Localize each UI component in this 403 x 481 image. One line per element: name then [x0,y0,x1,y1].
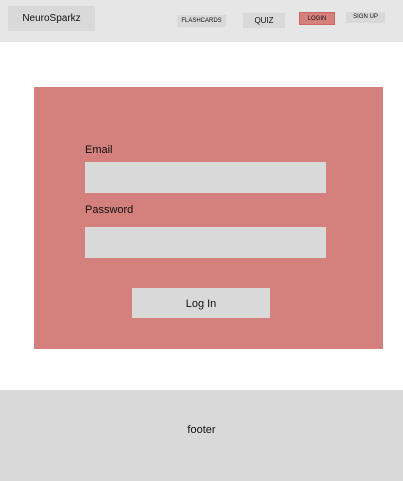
nav-signup-button[interactable]: SIGN UP [346,12,385,23]
login-card: Email Password Log In [34,87,383,349]
password-label: Password [85,204,134,216]
page: NeuroSparkz FLASHCARDS QUIZ LOGIN SIGN U… [0,0,403,481]
footer-text: footer [187,424,216,436]
log-in-button[interactable]: Log In [132,288,270,318]
password-field[interactable] [85,227,326,258]
nav-login-button[interactable]: LOGIN [299,12,335,25]
nav-quiz-button[interactable]: QUIZ [243,13,285,28]
email-field[interactable] [85,162,326,193]
email-label: Email [85,144,113,156]
brand-logo[interactable]: NeuroSparkz [8,6,95,31]
nav-flashcards-button[interactable]: FLASHCARDS [177,15,226,27]
footer: footer [0,390,403,481]
top-header: NeuroSparkz FLASHCARDS QUIZ LOGIN SIGN U… [0,0,403,42]
